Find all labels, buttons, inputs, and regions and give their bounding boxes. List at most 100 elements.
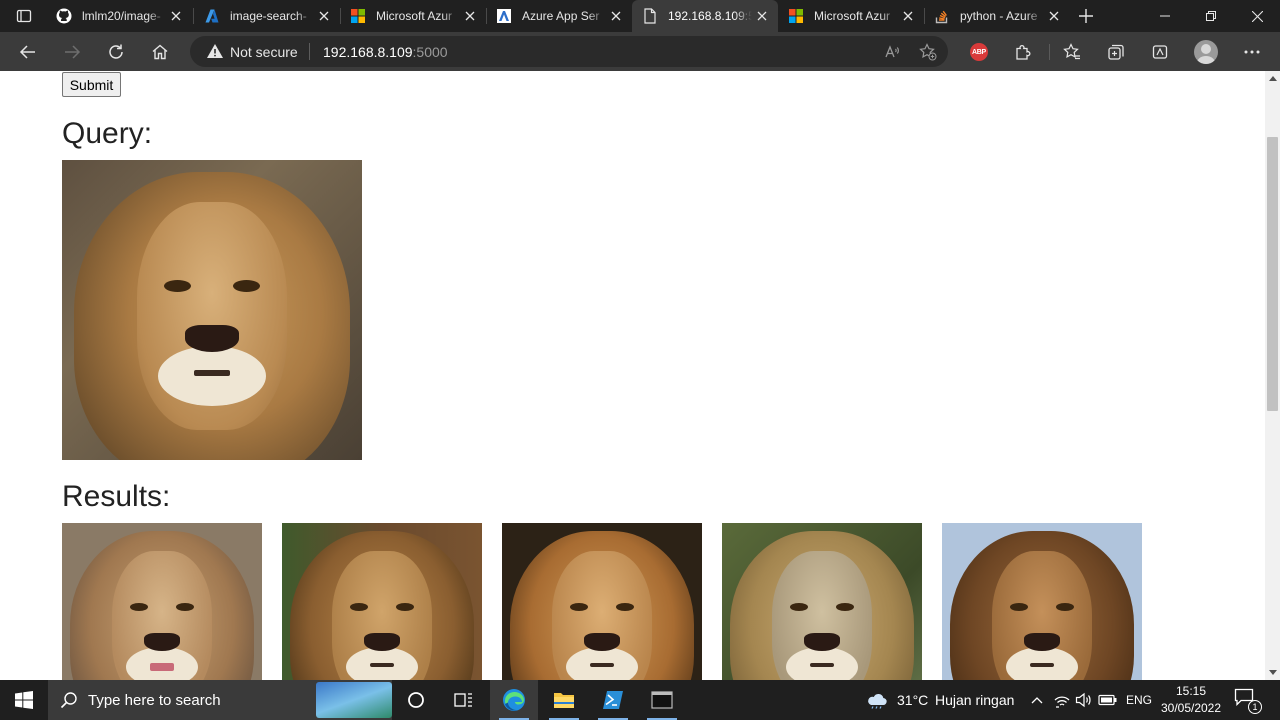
puzzle-icon <box>1016 45 1031 60</box>
edge-icon <box>503 689 525 711</box>
battery-icon[interactable] <box>1098 690 1118 710</box>
favorites-button[interactable] <box>1056 36 1088 68</box>
volume-icon[interactable] <box>1074 690 1094 710</box>
tab-close-icon[interactable] <box>752 6 772 26</box>
settings-more-button[interactable] <box>1236 36 1268 68</box>
scrollbar-thumb[interactable] <box>1267 137 1278 411</box>
start-button[interactable] <box>0 680 48 720</box>
weather-icon[interactable] <box>866 690 888 710</box>
tab-close-icon[interactable] <box>460 6 480 26</box>
back-button[interactable] <box>12 36 44 68</box>
query-heading: Query: <box>62 117 153 150</box>
results-heading: Results: <box>62 480 171 513</box>
stackoverflow-icon <box>934 8 950 24</box>
windows-taskbar: Type here to search 31°C Hujan ringan EN… <box>0 680 1280 720</box>
taskbar-search[interactable]: Type here to search <box>48 680 392 720</box>
input-language[interactable]: ENG <box>1126 693 1152 707</box>
result-image[interactable] <box>722 523 922 680</box>
minimize-button[interactable] <box>1142 0 1188 32</box>
minimize-icon <box>1160 15 1170 17</box>
notification-badge: 1 <box>1248 700 1262 714</box>
tab-microsoft-azure-2[interactable]: Microsoft Azur <box>778 0 924 32</box>
browser-essentials-button[interactable] <box>1144 36 1176 68</box>
restore-icon <box>1206 11 1216 21</box>
cortana-icon <box>408 692 424 708</box>
page-icon <box>642 8 658 24</box>
tab-title: Azure App Ser <box>522 9 600 23</box>
scroll-down-icon[interactable] <box>1269 670 1277 675</box>
tab-image-search[interactable]: image-search- <box>194 0 340 32</box>
new-tab-button[interactable] <box>1072 4 1100 28</box>
task-view-icon <box>454 693 472 707</box>
search-highlight-image[interactable] <box>316 682 392 718</box>
result-image[interactable] <box>942 523 1142 680</box>
tab-title: 192.168.8.109:5 <box>668 9 752 23</box>
microsoft-icon <box>788 8 804 24</box>
submit-button[interactable]: Submit <box>62 72 121 97</box>
lion-photo <box>62 160 362 460</box>
arrow-left-icon <box>19 45 35 59</box>
tab-actions-button[interactable] <box>8 4 40 28</box>
tab-azure-app-service[interactable]: Azure App Ser <box>486 0 632 32</box>
url-text[interactable]: 192.168.8.109:5000 <box>323 44 448 60</box>
lion-photo <box>62 523 262 680</box>
address-bar[interactable]: Not secure 192.168.8.109:5000 <box>190 36 948 67</box>
tab-close-icon[interactable] <box>606 6 626 26</box>
tab-close-icon[interactable] <box>314 6 334 26</box>
weather-condition[interactable]: Hujan ringan <box>935 692 1014 708</box>
taskbar-edge[interactable] <box>490 680 538 720</box>
tab-close-icon[interactable] <box>166 6 186 26</box>
show-hidden-icons-button[interactable] <box>1027 690 1047 710</box>
tab-title: Microsoft Azur <box>376 9 453 23</box>
collections-button[interactable] <box>1100 36 1132 68</box>
taskbar-file-explorer[interactable] <box>540 680 588 720</box>
lion-photo <box>722 523 922 680</box>
windows-logo-icon <box>15 691 33 709</box>
tab-close-icon[interactable] <box>1044 6 1064 26</box>
add-favorite-icon[interactable] <box>916 40 940 64</box>
terminal-icon <box>651 691 673 709</box>
result-image[interactable] <box>502 523 702 680</box>
result-image[interactable] <box>282 523 482 680</box>
tab-microsoft-azure-1[interactable]: Microsoft Azur <box>340 0 486 32</box>
arrow-right-icon <box>65 45 81 59</box>
tab-local-app[interactable]: 192.168.8.109:5 <box>632 0 778 32</box>
home-button[interactable] <box>144 36 176 68</box>
tab-title: python - Azure <box>960 9 1038 23</box>
taskbar-clock[interactable]: 15:15 30/05/2022 <box>1158 683 1224 717</box>
notification-center-button[interactable]: 1 <box>1234 688 1262 714</box>
taskbar-powershell[interactable] <box>589 680 637 720</box>
forward-button[interactable] <box>56 36 88 68</box>
search-placeholder: Type here to search <box>88 692 221 709</box>
tab-stackoverflow[interactable]: python - Azure <box>924 0 1070 32</box>
page-scrollbar[interactable] <box>1265 71 1280 680</box>
folder-icon <box>554 693 574 708</box>
tab-github[interactable]: lmlm20/image- <box>46 0 192 32</box>
browser-essentials-icon <box>1152 45 1168 59</box>
tab-strip: lmlm20/image- image-search- Microsoft Az… <box>0 0 1280 32</box>
url-port: :5000 <box>412 44 448 60</box>
refresh-button[interactable] <box>100 36 132 68</box>
tab-actions-icon <box>16 9 32 23</box>
restore-button[interactable] <box>1188 0 1234 32</box>
taskbar-terminal[interactable] <box>638 680 686 720</box>
extensions-button[interactable] <box>1007 36 1039 68</box>
scroll-up-icon[interactable] <box>1269 76 1277 81</box>
home-icon <box>152 44 168 60</box>
web-page: Submit Query: Results: <box>0 71 1265 680</box>
more-icon <box>1244 50 1260 54</box>
close-icon <box>1251 10 1263 22</box>
network-icon[interactable] <box>1052 690 1072 710</box>
security-label[interactable]: Not secure <box>230 44 298 60</box>
result-image[interactable] <box>62 523 262 680</box>
weather-temperature[interactable]: 31°C <box>897 692 928 708</box>
profile-avatar[interactable] <box>1194 40 1218 64</box>
lion-photo <box>282 523 482 680</box>
query-image <box>62 160 362 460</box>
tab-close-icon[interactable] <box>898 6 918 26</box>
adblock-icon[interactable]: ABP <box>970 43 988 61</box>
close-window-button[interactable] <box>1234 0 1280 32</box>
task-view-button[interactable] <box>440 680 488 720</box>
read-aloud-icon[interactable] <box>880 40 904 64</box>
cortana-button[interactable] <box>392 680 440 720</box>
